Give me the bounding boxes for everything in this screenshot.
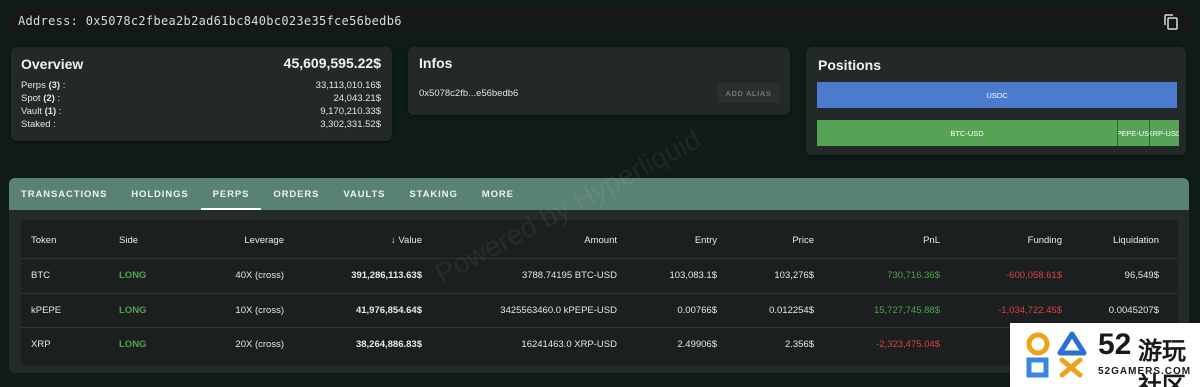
overview-value: 3,302,331.52$ — [320, 119, 381, 130]
cell-entry: 0.00766$ — [677, 305, 717, 316]
column-header-value[interactable]: ↓ Value — [391, 235, 422, 246]
overview-row-perps: Perps (3) : 33,113,010.16$ — [21, 80, 381, 91]
logo-number: 52 — [1098, 328, 1132, 361]
overview-total: 45,609,595.22$ — [283, 55, 381, 71]
cell-leverage: 40X (cross) — [235, 270, 284, 281]
segment-label: BTC-USD — [950, 128, 984, 138]
column-header-pnl[interactable]: PnL — [923, 235, 940, 246]
tab-staking[interactable]: STAKING — [397, 178, 469, 210]
address-bar: Address: 0x5078c2fbea2b2ad61bc840bc023e3… — [6, 6, 1194, 36]
perps-table: Token Side Leverage ↓ Value Amount Entry… — [21, 220, 1178, 365]
tab-perps[interactable]: PERPS — [200, 178, 262, 210]
site-logo-badge: 52 游玩社区 52GAMERS.COM — [1010, 323, 1200, 387]
copy-icon[interactable] — [1164, 14, 1178, 30]
cell-entry: 103,083.1$ — [669, 270, 717, 281]
cell-entry: 2.49906$ — [677, 339, 717, 350]
overview-row-staked: Staked : 3,302,331.52$ — [21, 119, 381, 130]
overview-row-vault: Vault (1) : 9,170,210.33$ — [21, 106, 381, 117]
positions-card: Positions USDC BTC-USD kPEPE-USD XRP-USD — [806, 47, 1186, 155]
position-segment-btc[interactable]: BTC-USD — [817, 120, 1117, 146]
overview-row-spot: Spot (2) : 24,043.21$ — [21, 93, 381, 104]
row-divider — [21, 327, 1178, 328]
column-header-amount[interactable]: Amount — [584, 235, 617, 246]
position-segment-xrp[interactable]: XRP-USD — [1149, 120, 1179, 146]
logo-shapes-icon — [1026, 331, 1087, 378]
column-header-token[interactable]: Token — [31, 235, 56, 246]
cell-amount: 16241463.0 XRP-USD — [521, 339, 617, 350]
cell-value: 41,976,854.64$ — [355, 305, 422, 316]
tab-transactions[interactable]: TRANSACTIONS — [9, 178, 119, 210]
segment-label: USDC — [986, 90, 1008, 100]
position-segment-usdc[interactable]: USDC — [817, 82, 1177, 108]
positions-title: Positions — [818, 57, 882, 73]
cell-pnl: 15,727,745.88$ — [873, 305, 940, 316]
column-header-liquidation[interactable]: Liquidation — [1113, 235, 1159, 246]
cell-side: LONG — [119, 339, 147, 350]
cell-token[interactable]: kPEPE — [31, 305, 61, 316]
cell-side: LONG — [119, 270, 147, 281]
column-header-leverage[interactable]: Leverage — [244, 235, 284, 246]
column-header-entry[interactable]: Entry — [695, 235, 717, 246]
add-alias-button[interactable]: ADD ALIAS — [717, 83, 780, 103]
address-short: 0x5078c2fb...e56bedb6 — [419, 88, 519, 99]
cell-funding: -600,058.61$ — [1006, 270, 1062, 281]
cell-token[interactable]: XRP — [31, 339, 51, 350]
cell-amount: 3788.74195 BTC-USD — [521, 270, 617, 281]
cell-liquidation: 0.0045207$ — [1108, 305, 1159, 316]
column-header-funding[interactable]: Funding — [1028, 235, 1062, 246]
column-header-side[interactable]: Side — [119, 235, 138, 246]
row-divider — [21, 258, 1178, 259]
overview-title: Overview — [21, 56, 84, 72]
logo-site-text: 52GAMERS.COM — [1098, 366, 1192, 377]
cell-value: 38,264,886.83$ — [355, 339, 422, 350]
overview-card: Overview 45,609,595.22$ Perps (3) : 33,1… — [11, 47, 392, 141]
cell-token[interactable]: BTC — [31, 270, 50, 281]
tab-orders[interactable]: ORDERS — [261, 178, 331, 210]
infos-card: Infos 0x5078c2fb...e56bedb6 ADD ALIAS — [408, 47, 790, 115]
column-header-value-label: Value — [398, 235, 422, 246]
overview-value: 24,043.21$ — [333, 93, 381, 104]
cell-leverage: 10X (cross) — [235, 305, 284, 316]
cell-price: 2.356$ — [784, 339, 814, 350]
infos-title: Infos — [419, 55, 453, 71]
cell-funding: -1,034,722.45$ — [998, 305, 1062, 316]
cell-pnl: -2,323,475.04$ — [876, 339, 940, 350]
positions-bar-spot: USDC — [817, 82, 1179, 108]
segment-label: kPEPE-USD — [1118, 128, 1149, 138]
address-text: Address: 0x5078c2fbea2b2ad61bc840bc023e3… — [18, 14, 402, 28]
cell-pnl: 730,716.36$ — [887, 270, 940, 281]
cell-liquidation: 96,549$ — [1124, 270, 1159, 281]
tab-holdings[interactable]: HOLDINGS — [119, 178, 200, 210]
cell-price: 0.012254$ — [769, 305, 814, 316]
cell-value: 391,286,113.63$ — [351, 270, 422, 281]
cell-leverage: 20X (cross) — [235, 339, 284, 350]
segment-label: XRP-USD — [1149, 128, 1179, 138]
cell-amount: 3425563460.0 kPEPE-USD — [500, 305, 617, 316]
logo-chinese-text: 游玩社区 — [1138, 337, 1186, 387]
overview-value: 9,170,210.33$ — [320, 106, 381, 117]
tab-more[interactable]: MORE — [470, 178, 526, 210]
cell-price: 103,276$ — [774, 270, 814, 281]
position-segment-kpepe[interactable]: kPEPE-USD — [1117, 120, 1149, 146]
tab-vaults[interactable]: VAULTS — [331, 178, 397, 210]
column-header-price[interactable]: Price — [792, 235, 814, 246]
cell-side: LONG — [119, 305, 147, 316]
overview-value: 33,113,010.16$ — [315, 80, 381, 91]
positions-bar-perps: BTC-USD kPEPE-USD XRP-USD — [817, 120, 1179, 146]
row-divider — [21, 293, 1178, 294]
